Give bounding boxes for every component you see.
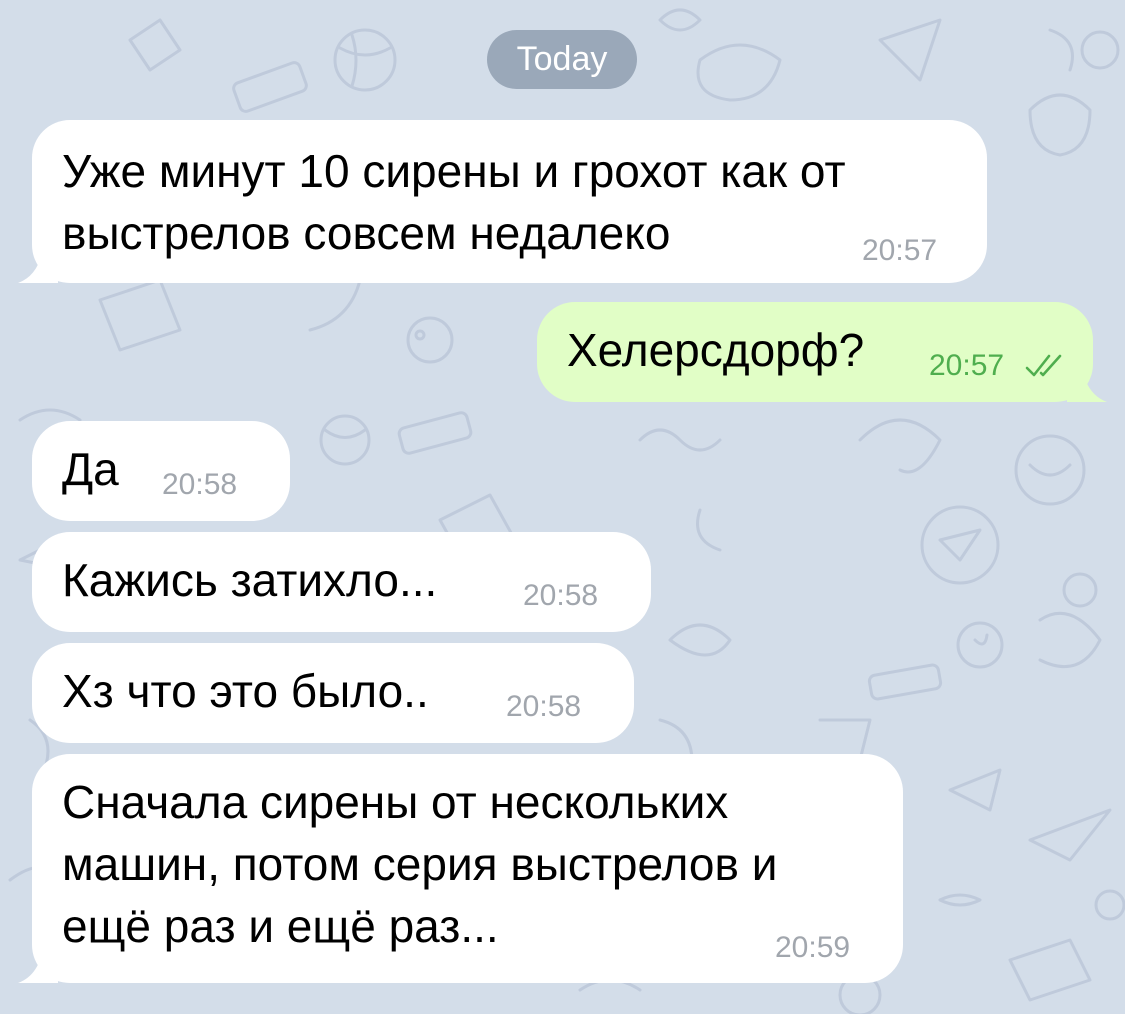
message-time: 20:58 — [162, 468, 238, 501]
message-time: 20:57 — [862, 234, 938, 267]
double-check-icon — [1025, 354, 1062, 377]
message-bubble-incoming[interactable]: Хз что это было.. 20:58 — [32, 643, 634, 743]
message-text: Да — [62, 443, 119, 495]
message-bubble-incoming[interactable]: Кажись затихло... 20:58 — [32, 532, 651, 632]
message-bubble-incoming[interactable]: Сначала сирены от нескольких машин, пото… — [18, 754, 903, 983]
message-text: Уже минут 10 сирены и грохот как от выст… — [62, 145, 846, 259]
message-bubble-incoming[interactable]: Уже минут 10 сирены и грохот как от выст… — [18, 120, 987, 283]
message-time: 20:57 — [929, 349, 1005, 382]
message-bubble-incoming[interactable]: Да 20:58 — [32, 421, 290, 521]
message-time: 20:58 — [523, 579, 599, 612]
message-bubble-outgoing[interactable]: Хелерсдорф? 20:57 — [537, 302, 1107, 402]
message-text: Сначала сирены от нескольких машин, пото… — [62, 776, 778, 952]
bubble-tail — [1067, 362, 1107, 402]
bubble-tail — [18, 943, 58, 983]
date-separator: Today — [487, 30, 637, 89]
message-text: Хз что это было.. — [62, 665, 429, 717]
message-time: 20:58 — [506, 690, 582, 723]
message-time: 20:59 — [775, 931, 851, 964]
message-text: Хелерсдорф? — [567, 324, 865, 376]
bubble-tail — [18, 243, 58, 283]
message-text: Кажись затихло... — [62, 554, 438, 606]
